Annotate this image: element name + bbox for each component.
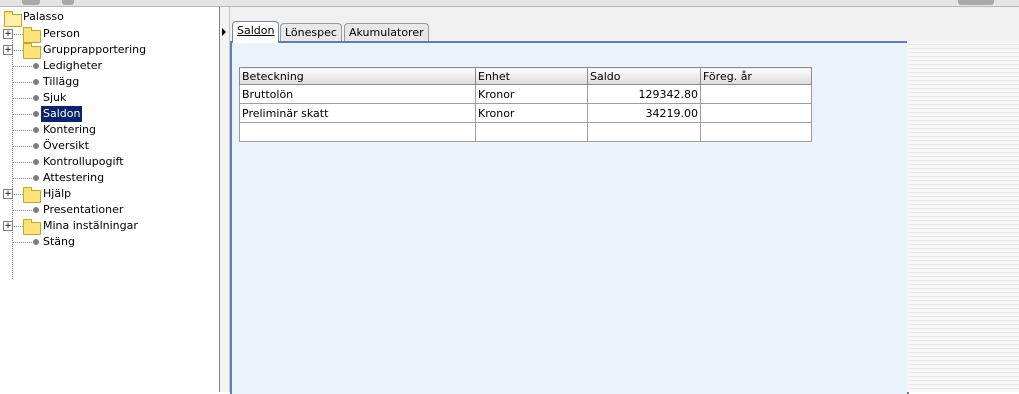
column-header-foreg-ar[interactable]: Föreg. år <box>700 67 812 85</box>
panel-splitter[interactable] <box>220 7 230 392</box>
table-header-row: Beteckning Enhet Saldo Föreg. år <box>239 67 812 85</box>
bullet-icon <box>33 63 39 69</box>
column-header-saldo[interactable]: Saldo <box>587 67 701 85</box>
tree-item-tillagg[interactable]: Tillägg <box>0 74 210 90</box>
bullet-icon <box>33 95 39 101</box>
tree-item-grupprapportering[interactable]: Grupprapportering <box>0 42 210 59</box>
bullet-icon <box>33 159 39 165</box>
tree-item-label: Presentationer <box>43 203 124 216</box>
bullet-icon <box>33 175 39 181</box>
tree-item-label: Mina instälningar <box>43 219 138 232</box>
cell-saldo[interactable]: 34219.00 <box>587 103 701 123</box>
tree-item-label: Kontering <box>43 123 96 136</box>
tree-item-presentationer[interactable]: Presentationer <box>0 202 210 218</box>
tree-root-label: Palasso <box>23 10 64 23</box>
tree-item-oversikt[interactable]: Översikt <box>0 138 210 154</box>
table-row-empty[interactable] <box>239 122 812 142</box>
column-header-beteckning[interactable]: Beteckning <box>239 67 476 85</box>
navigation-tree: Palasso + Person + Grupprapportering Led… <box>0 7 220 392</box>
tab-label: Lönespec <box>285 26 337 39</box>
cell-beteckning[interactable]: Bruttolön <box>239 84 476 104</box>
cell-saldo[interactable] <box>587 122 701 142</box>
saldo-table: Beteckning Enhet Saldo Föreg. år Bruttol… <box>239 67 812 142</box>
toolbar-button-edge[interactable] <box>62 0 74 5</box>
tree-item-person[interactable]: Person <box>0 26 210 43</box>
tree-root[interactable]: Palasso <box>2 9 212 27</box>
tree-item-saldon[interactable]: Saldon <box>0 106 210 122</box>
tree-item-label: Hjälp <box>43 187 72 200</box>
tree-item-hjalp[interactable]: Hjälp <box>0 186 210 203</box>
tree-item-kontrolluppgift[interactable]: Kontrollupogift <box>0 154 210 170</box>
cell-enhet[interactable] <box>475 122 588 142</box>
cell-foreg-ar[interactable] <box>700 103 812 123</box>
cell-enhet[interactable]: Kronor <box>475 103 588 123</box>
tree-item-kontering[interactable]: Kontering <box>0 122 210 138</box>
bullet-icon <box>33 143 39 149</box>
tree-item-stang[interactable]: Stäng <box>0 234 210 250</box>
tree-item-label: Tillägg <box>43 75 80 88</box>
collapse-arrow-icon[interactable] <box>222 28 226 36</box>
tab-label: Akumulatorer <box>349 26 424 39</box>
cell-foreg-ar[interactable] <box>700 84 812 104</box>
tree-item-label: Stäng <box>43 235 75 248</box>
bullet-icon <box>33 127 39 133</box>
tree-item-sjuk[interactable]: Sjuk <box>0 90 210 106</box>
tree-item-mina-installningar[interactable]: Mina instälningar <box>0 218 210 235</box>
tree-item-label-selected: Saldon <box>41 106 83 122</box>
empty-side-area <box>907 41 1019 392</box>
bullet-icon <box>33 239 39 245</box>
tree-item-label: Ledigheter <box>43 59 103 72</box>
main-panel: Saldon Lönespec Akumulatorer Beteckning … <box>230 7 1019 394</box>
tree-item-ledigheter[interactable]: Ledigheter <box>0 58 210 74</box>
tree-item-label: Person <box>43 27 80 40</box>
tab-label: Saldon <box>237 24 275 37</box>
toolbar-button-edge[interactable] <box>22 0 40 5</box>
bullet-icon <box>33 207 39 213</box>
tree-item-label: Kontrollupogift <box>43 155 124 168</box>
tab-saldon[interactable]: Saldon <box>232 21 280 43</box>
tab-content-saldon: Beteckning Enhet Saldo Föreg. år Bruttol… <box>230 41 909 394</box>
bullet-icon <box>33 111 39 117</box>
column-header-enhet[interactable]: Enhet <box>475 67 588 85</box>
table-row[interactable]: Bruttolön Kronor 129342.80 <box>239 84 812 104</box>
table-row[interactable]: Preliminär skatt Kronor 34219.00 <box>239 103 812 123</box>
tab-lonespec[interactable]: Lönespec <box>280 23 342 42</box>
top-toolbar-strip <box>0 0 1019 7</box>
cell-enhet[interactable]: Kronor <box>475 84 588 104</box>
tree-item-label: Översikt <box>43 139 89 152</box>
cell-foreg-ar[interactable] <box>700 122 812 142</box>
tab-akumulatorer[interactable]: Akumulatorer <box>344 23 429 42</box>
toolbar-button-edge[interactable] <box>958 0 994 5</box>
cell-saldo[interactable]: 129342.80 <box>587 84 701 104</box>
tree-item-label: Sjuk <box>43 91 67 104</box>
tree-item-attestering[interactable]: Attestering <box>0 170 210 186</box>
tree-item-label: Grupprapportering <box>43 43 147 56</box>
tree-item-label: Attestering <box>43 171 105 184</box>
bullet-icon <box>33 79 39 85</box>
cell-beteckning[interactable] <box>239 122 476 142</box>
cell-beteckning[interactable]: Preliminär skatt <box>239 103 476 123</box>
